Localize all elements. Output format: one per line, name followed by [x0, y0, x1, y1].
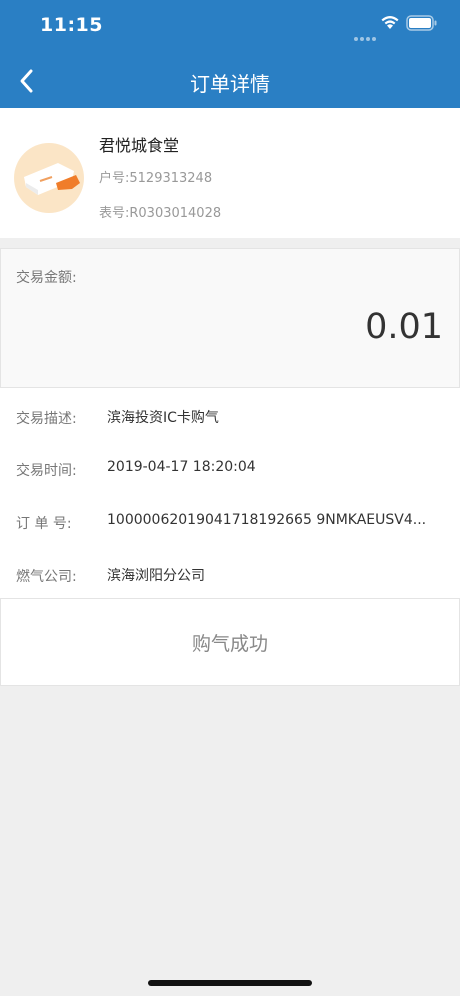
purchase-status: 购气成功 — [191, 633, 268, 655]
home-indicator[interactable] — [148, 980, 312, 986]
app-header: 11:15 订单详情 — [0, 0, 460, 108]
detail-row-description: 交易描述: 滨海投资IC卡购气 — [0, 405, 460, 431]
detail-row-order-number: 订 单 号: 10000062019041718192665 9NMKAEUSV… — [0, 510, 460, 536]
merchant-name: 君悦城食堂 — [99, 136, 180, 155]
amount-label: 交易金额: — [16, 270, 77, 286]
signal-icon — [354, 26, 378, 45]
detail-label: 燃气公司: — [16, 569, 77, 585]
wifi-icon — [381, 16, 399, 29]
detail-value: 滨海浏阳分公司 — [107, 568, 205, 584]
detail-row-time: 交易时间: 2019-04-17 18:20:04 — [0, 457, 460, 483]
detail-value: 2019-04-17 18:20:04 — [107, 459, 256, 475]
meter-number: 表号:R0303014028 — [99, 206, 222, 221]
gas-card-avatar-icon — [14, 143, 84, 213]
transaction-details: 交易描述: 滨海投资IC卡购气 交易时间: 2019-04-17 18:20:0… — [0, 388, 460, 598]
detail-value: 滨海投资IC卡购气 — [107, 410, 219, 426]
amount-value: 0.01 — [365, 307, 443, 347]
amount-card: 交易金额: 0.01 — [0, 248, 460, 388]
detail-label: 交易时间: — [16, 463, 77, 479]
detail-value: 10000062019041718192665 9NMKAEUSV4... — [107, 512, 427, 528]
merchant-card: 君悦城食堂 户号:5129313248 表号:R0303014028 — [0, 108, 460, 238]
detail-row-gas-company: 燃气公司: 滨海浏阳分公司 — [0, 563, 460, 589]
battery-icon — [406, 15, 437, 31]
detail-label: 交易描述: — [16, 411, 77, 427]
page-title: 订单详情 — [190, 72, 270, 96]
result-card: 购气成功 — [0, 598, 460, 686]
status-time: 11:15 — [40, 14, 103, 36]
detail-label: 订 单 号: — [16, 516, 72, 532]
account-number: 户号:5129313248 — [99, 171, 213, 186]
